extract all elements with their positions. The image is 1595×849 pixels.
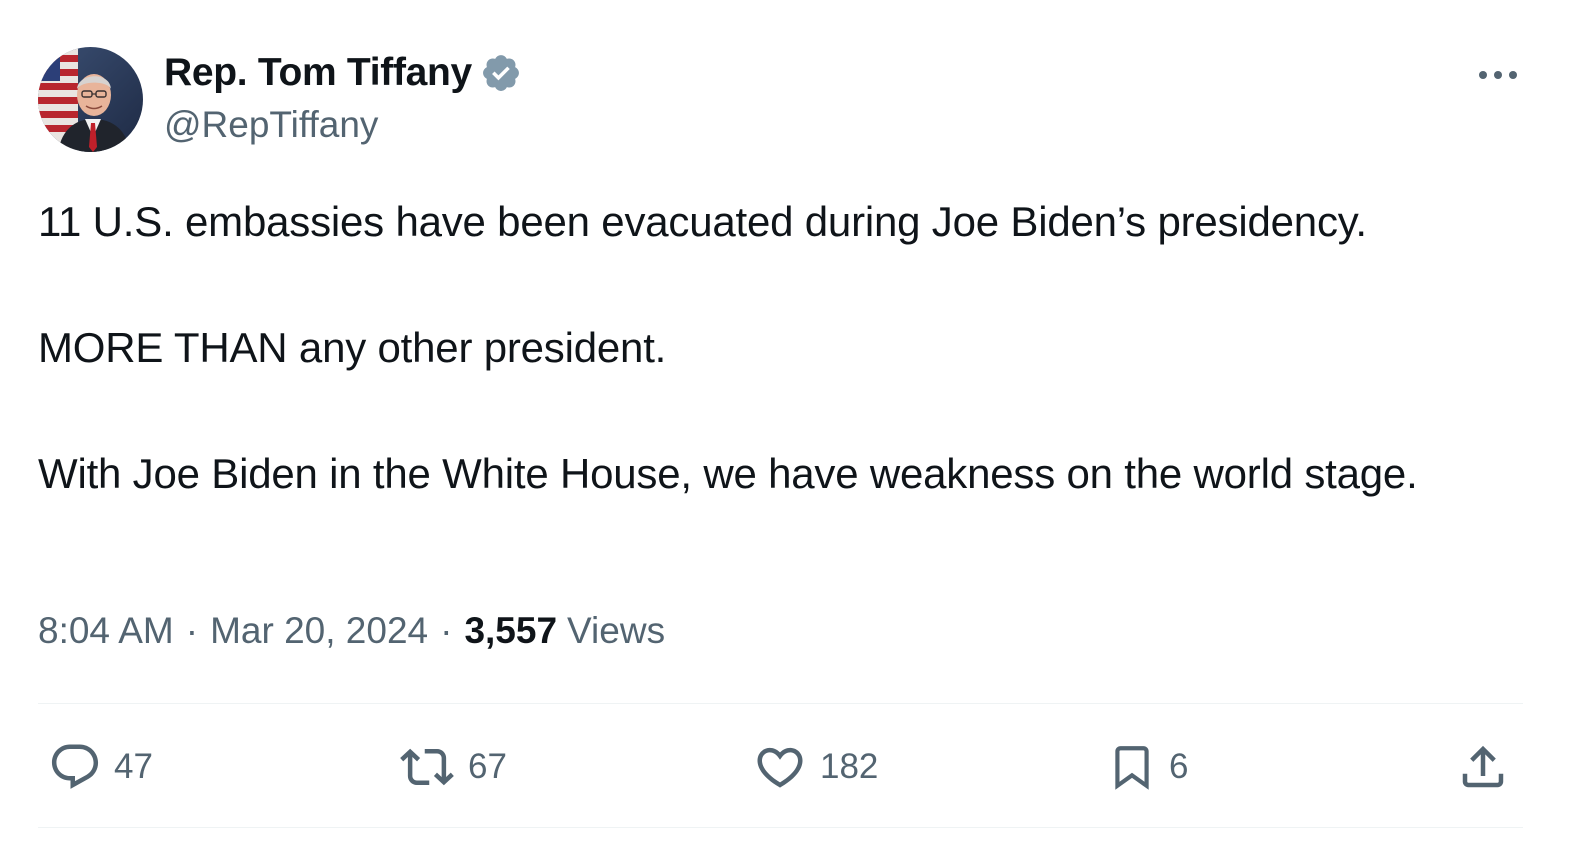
more-options-button[interactable] <box>1470 55 1526 95</box>
meta-separator: · <box>440 610 453 651</box>
bookmark-icon <box>1115 746 1149 790</box>
author-display-name[interactable]: Rep. Tom Tiffany <box>164 51 472 95</box>
more-dots-icon <box>1479 71 1517 79</box>
tweet-text: 11 U.S. embassies have been evacuated du… <box>38 190 1528 505</box>
like-button[interactable]: 182 <box>752 735 878 799</box>
divider <box>38 827 1523 828</box>
verified-badge-icon[interactable] <box>480 52 522 94</box>
tweet-metadata: 8:04 AM · Mar 20, 2024 · 3,557 Views <box>38 610 665 652</box>
heart-icon <box>757 747 803 788</box>
tweet-paragraph: MORE THAN any other president. <box>38 324 667 371</box>
author-name-row: Rep. Tom Tiffany <box>164 50 522 96</box>
avatar-image <box>38 47 143 152</box>
like-count: 182 <box>820 747 879 786</box>
reply-count: 47 <box>114 747 153 786</box>
bookmark-count: 6 <box>1169 747 1189 786</box>
reply-icon <box>51 744 99 789</box>
divider <box>38 703 1523 704</box>
tweet-date[interactable]: Mar 20, 2024 <box>210 610 428 652</box>
views-label: Views <box>567 610 666 651</box>
tweet: Rep. Tom Tiffany @RepTiffany 11 U.S. emb… <box>0 0 1595 849</box>
tweet-paragraph: 11 U.S. embassies have been evacuated du… <box>38 198 1367 245</box>
share-button[interactable] <box>1456 735 1510 799</box>
action-bar: 47 67 182 6 <box>0 735 1595 799</box>
tweet-time[interactable]: 8:04 AM <box>38 610 174 652</box>
repost-button[interactable]: 67 <box>398 735 507 799</box>
reply-button[interactable]: 47 <box>48 735 153 799</box>
share-icon <box>1462 745 1504 788</box>
author-handle[interactable]: @RepTiffany <box>164 104 378 146</box>
repost-count: 67 <box>468 747 507 786</box>
tweet-paragraph: With Joe Biden in the White House, we ha… <box>38 450 1418 497</box>
repost-icon <box>400 748 454 786</box>
avatar[interactable] <box>38 47 143 152</box>
views-count[interactable]: 3,557 <box>464 610 557 652</box>
bookmark-button[interactable]: 6 <box>1107 735 1188 799</box>
meta-separator: · <box>185 610 199 651</box>
